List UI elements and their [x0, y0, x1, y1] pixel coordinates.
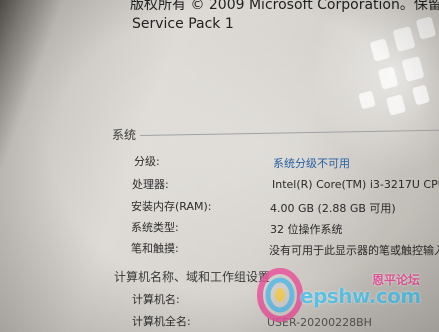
computer-name-label: 计算机名: — [132, 293, 180, 306]
ram-value: 4.00 GB (2.88 GB 可用) — [270, 202, 396, 215]
processor-value: Intel(R) Core(TM) i3-3217U CPU — [272, 178, 439, 191]
glare-reflection — [401, 56, 425, 82]
service-pack-label: Service Pack 1 — [132, 16, 234, 32]
glare-reflection — [385, 94, 407, 116]
monitor-photo: 版权所有 © 2009 Microsoft Corporation。保留所有权利… — [0, 0, 439, 332]
copyright-line: 版权所有 © 2009 Microsoft Corporation。保留所有权利 — [130, 0, 439, 13]
computer-section-title: 计算机名称、域和工作组设置 — [114, 270, 271, 284]
system-section-title: 系统 — [112, 128, 137, 142]
glare-reflection — [411, 84, 431, 106]
glare-reflection — [415, 16, 437, 40]
system-type-value: 32 位操作系统 — [270, 223, 343, 236]
watermark-cn-text: 恩平论坛 — [372, 273, 421, 287]
rating-label: 分级: — [134, 155, 160, 168]
pen-touch-label: 笔和触摸: — [131, 242, 179, 255]
glare-reflection — [369, 38, 391, 62]
full-computer-name-label: 计算机全名: — [132, 315, 191, 328]
rating-value-link[interactable]: 系统分级不可用 — [273, 155, 350, 171]
glare-reflection — [377, 66, 399, 90]
glare-reflection — [358, 90, 376, 110]
system-type-label: 系统类型: — [131, 221, 179, 234]
section-divider — [139, 129, 439, 136]
glare-reflection — [392, 26, 416, 52]
processor-label: 处理器: — [132, 178, 169, 191]
ram-label: 安装内存(RAM): — [131, 200, 212, 213]
